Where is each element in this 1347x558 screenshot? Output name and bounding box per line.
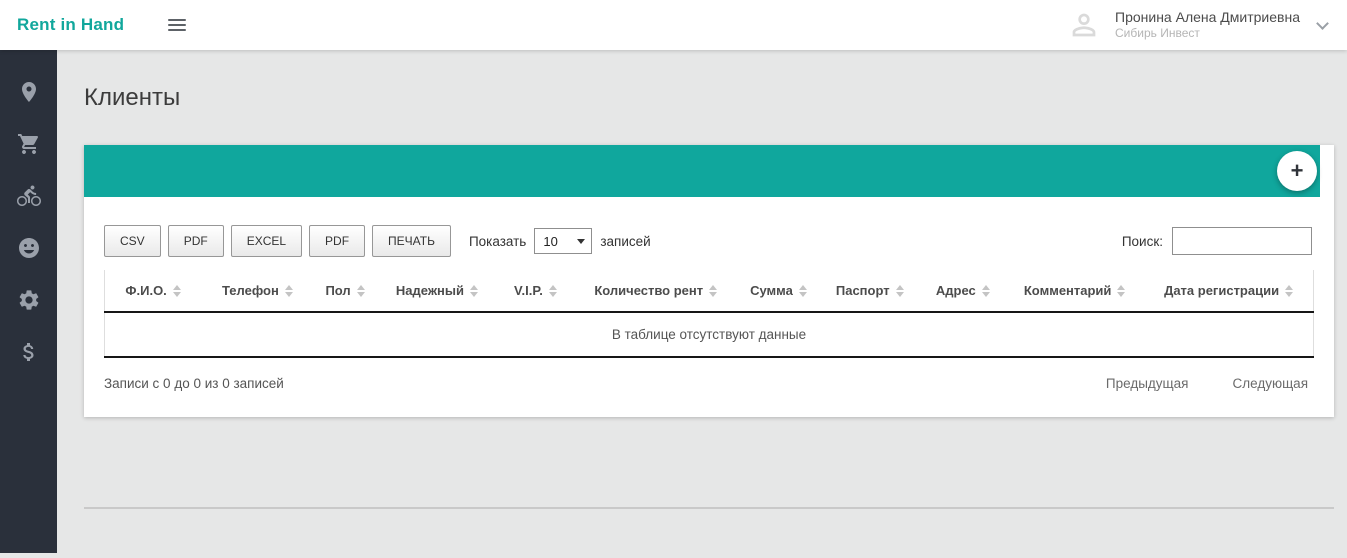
print-button[interactable]: ПЕЧАТЬ	[372, 225, 451, 257]
user-name: Пронина Алена Дмитриевна	[1115, 8, 1300, 25]
pagination: Предыдущая Следующая	[1106, 376, 1314, 391]
column-header-vip[interactable]: V.I.P.	[497, 270, 574, 313]
brand-logo[interactable]: Rent in Hand	[17, 15, 124, 35]
sort-icon	[981, 284, 990, 297]
next-page-button[interactable]: Следующая	[1232, 376, 1308, 391]
sort-icon	[172, 284, 181, 297]
clients-card: + CSV PDF EXCEL PDF ПЕЧАТЬ Показать 10 з…	[84, 145, 1334, 417]
card-accent-bar: +	[84, 145, 1320, 197]
sort-icon	[1117, 284, 1126, 297]
face-icon[interactable]	[17, 236, 41, 260]
column-header-gender[interactable]: Пол	[313, 270, 377, 313]
main-content: Клиенты + CSV PDF EXCEL PDF ПЕЧАТЬ Показ…	[57, 50, 1347, 509]
page-length-control: Показать 10 записей	[469, 228, 651, 254]
bottom-divider	[84, 507, 1334, 509]
sort-icon	[798, 284, 807, 297]
table-toolbar: CSV PDF EXCEL PDF ПЕЧАТЬ Показать 10 зап…	[104, 225, 1314, 257]
page-size-select[interactable]: 10	[534, 228, 593, 254]
avatar-icon	[1067, 8, 1101, 42]
search-control: Поиск:	[1122, 227, 1314, 255]
search-label: Поиск:	[1121, 233, 1163, 249]
previous-page-button[interactable]: Предыдущая	[1106, 376, 1189, 391]
column-header-reliable[interactable]: Надежный	[376, 270, 498, 313]
column-header-sum[interactable]: Сумма	[737, 270, 819, 313]
search-input[interactable]	[1172, 227, 1312, 255]
empty-message: В таблице отсутствуют данные	[104, 312, 1314, 358]
bike-icon[interactable]	[16, 184, 41, 208]
export-pdf-button[interactable]: PDF	[167, 225, 224, 257]
user-organization: Сибирь Инвест	[1115, 26, 1200, 41]
place-icon[interactable]	[17, 80, 41, 104]
gear-icon[interactable]	[17, 288, 41, 312]
export-csv-button[interactable]: CSV	[104, 225, 161, 257]
column-header-rent-count[interactable]: Количество рент	[573, 270, 738, 313]
dollar-icon[interactable]	[17, 340, 41, 364]
sort-icon	[469, 284, 478, 297]
cart-icon[interactable]	[17, 132, 41, 156]
hamburger-menu-icon[interactable]	[164, 15, 190, 35]
sort-icon	[284, 284, 293, 297]
sort-icon	[548, 284, 557, 297]
column-header-phone[interactable]: Телефон	[201, 270, 314, 313]
sort-icon	[709, 284, 718, 297]
length-prefix-label: Показать	[468, 233, 527, 249]
sort-icon	[1285, 284, 1294, 297]
sort-icon	[895, 284, 904, 297]
export-excel-button[interactable]: EXCEL	[230, 225, 303, 257]
column-header-reg-date[interactable]: Дата регистрации	[1144, 270, 1314, 313]
export-pdf2-button[interactable]: PDF	[309, 225, 366, 257]
page-title: Клиенты	[84, 84, 181, 111]
sort-icon	[356, 284, 365, 297]
user-menu[interactable]: Пронина Алена Дмитриевна Сибирь Инвест	[1067, 8, 1333, 42]
table-footer: Записи с 0 до 0 из 0 записей Предыдущая …	[104, 376, 1314, 391]
records-info: Записи с 0 до 0 из 0 записей	[104, 376, 284, 391]
plus-icon: +	[1290, 158, 1304, 183]
column-header-fio[interactable]: Ф.И.О.	[104, 270, 202, 313]
add-client-button[interactable]: +	[1277, 151, 1317, 191]
empty-row: В таблице отсутствуют данные	[104, 312, 1314, 358]
column-header-address[interactable]: Адрес	[920, 270, 1006, 313]
sidebar-nav	[0, 50, 57, 553]
column-header-comment[interactable]: Комментарий	[1005, 270, 1145, 313]
clients-table: Ф.И.О. Телефон Пол Надежный V.I.P. Колич…	[104, 270, 1314, 358]
length-suffix-label: записей	[600, 233, 651, 249]
chevron-down-icon	[1316, 17, 1329, 30]
column-header-passport[interactable]: Паспорт	[818, 270, 921, 313]
table-header-row: Ф.И.О. Телефон Пол Надежный V.I.P. Колич…	[104, 270, 1314, 313]
top-header: Rent in Hand Пронина Алена Дмитриевна Си…	[0, 0, 1347, 50]
